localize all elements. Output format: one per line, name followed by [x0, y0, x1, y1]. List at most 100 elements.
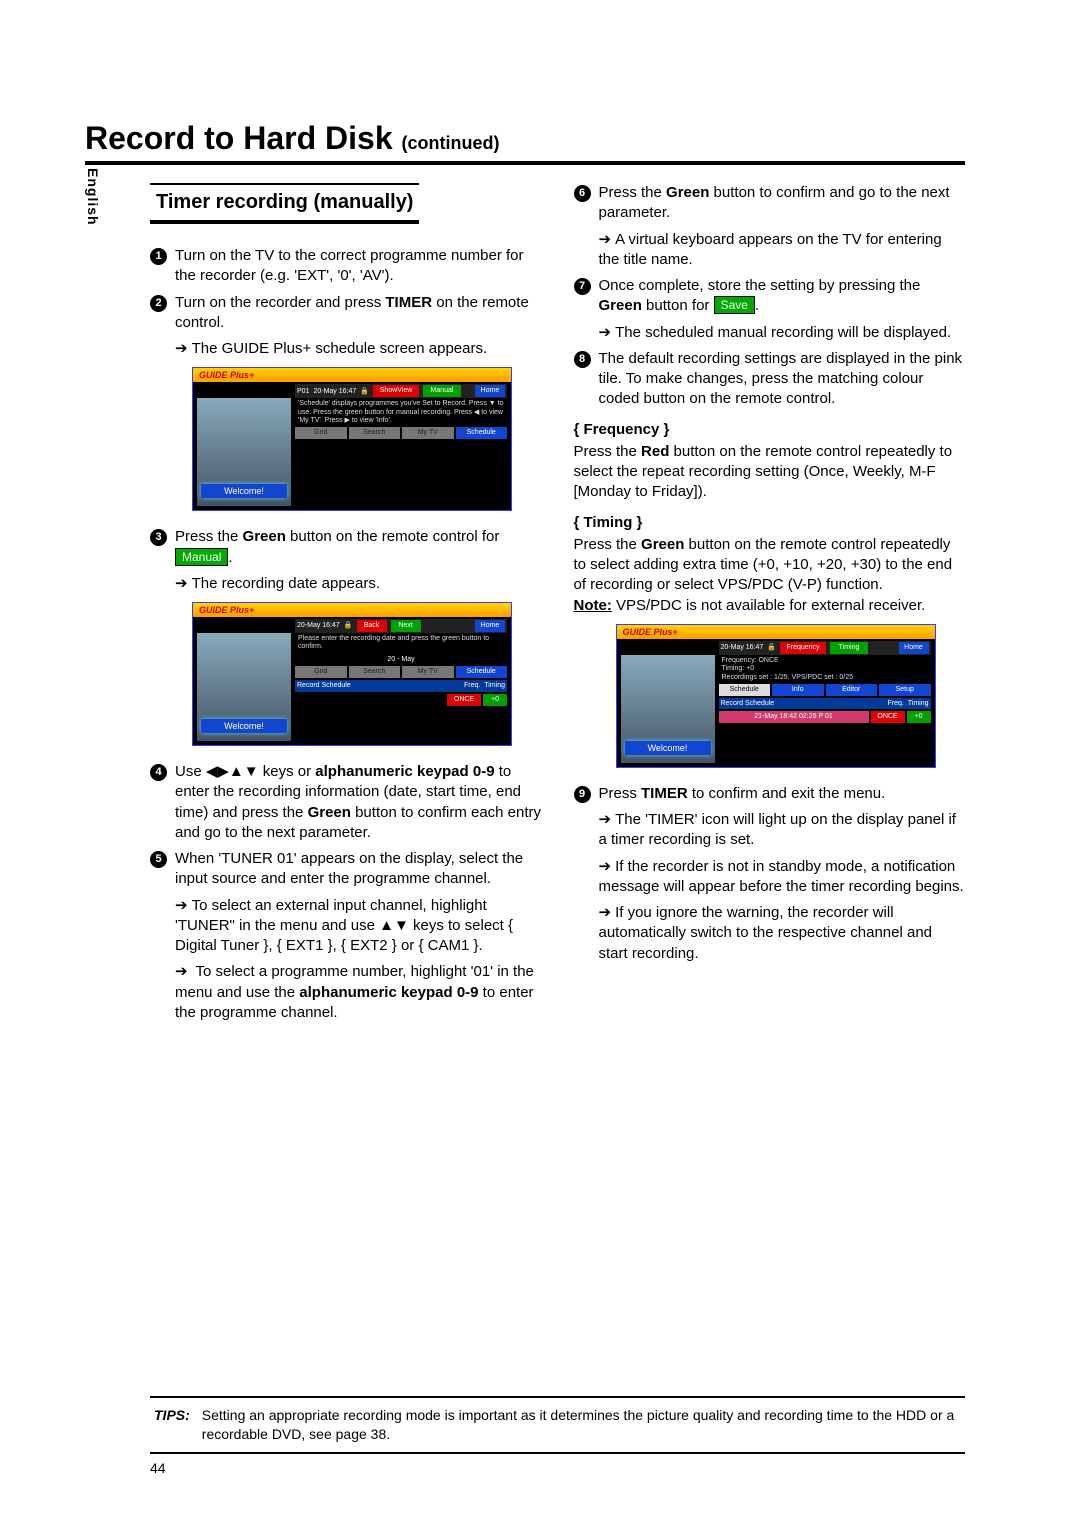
step-bullet: 8: [574, 351, 591, 368]
info-text: Frequency: ONCE Timing: +0 Recordings se…: [719, 655, 931, 684]
step-8: 8 The default recording settings are dis…: [574, 349, 966, 410]
language-tab: English: [85, 168, 101, 226]
result-line: A virtual keyboard appears on the TV for…: [599, 230, 966, 271]
mytv-btn[interactable]: My TV: [402, 666, 454, 678]
nav-row: Schedule Info Editor Setup: [719, 684, 931, 696]
welcome-tile: Welcome!: [201, 484, 287, 498]
grid-btn[interactable]: Grid: [295, 427, 347, 439]
step-body: Press the Green button on the remote con…: [175, 527, 542, 568]
value-row: ONCE +0: [295, 694, 507, 706]
tips-box: TIPS: Setting an appropriate recording m…: [150, 1396, 965, 1454]
title-rule: [85, 161, 965, 165]
timing-body: Press the Green button on the remote con…: [574, 535, 966, 616]
back-btn[interactable]: Back: [357, 620, 387, 632]
page-number: 44: [150, 1460, 166, 1476]
guide-screenshot-1: GUIDE Plus+ Welcome! P01 20-May 16:47 🔒 …: [192, 367, 512, 511]
right-column: 6 Press the Green button to confirm and …: [574, 183, 966, 1029]
timer-key: TIMER: [385, 294, 432, 311]
right-pane: 20-May 16:47 🔒 Frequency Timing Home Fre…: [719, 641, 931, 765]
welcome-tile: Welcome!: [201, 719, 287, 733]
step-bullet: 9: [574, 786, 591, 803]
step-3: 3 Press the Green button on the remote c…: [150, 527, 542, 568]
preview-pane: Welcome!: [197, 398, 291, 506]
step-1: 1 Turn on the TV to the correct programm…: [150, 246, 542, 287]
home-btn[interactable]: Home: [899, 642, 929, 654]
lock-icon: 🔒: [767, 643, 776, 652]
result-line: The scheduled manual recording will be d…: [599, 323, 966, 343]
next-btn[interactable]: Next: [391, 620, 421, 632]
timing-btn[interactable]: Timing: [830, 642, 868, 654]
step-bullet: 6: [574, 185, 591, 202]
head-bar: 20-May 16:47 🔒 Frequency Timing Home: [719, 641, 931, 655]
plus0-val: +0: [483, 694, 507, 706]
result-line: To select an external input channel, hig…: [175, 896, 542, 957]
record-schedule-bar: Record Schedule Freq. Timing: [295, 680, 507, 691]
result-line: The GUIDE Plus+ schedule screen appears.: [175, 339, 542, 359]
mytv-btn[interactable]: My TV: [402, 427, 454, 439]
section-subtitle: Timer recording (manually): [150, 183, 419, 224]
mid-value: 20 - May: [295, 654, 507, 666]
help-text: Please enter the recording date and pres…: [295, 633, 507, 654]
right-pane: P01 20-May 16:47 🔒 ShowView Manual Home …: [295, 384, 507, 508]
home-button[interactable]: Home: [475, 385, 505, 397]
step-bullet: 1: [150, 248, 167, 265]
manual-page: English Record to Hard Disk (continued) …: [0, 0, 1080, 1524]
nav-row: Grid Search My TV Schedule: [295, 666, 507, 678]
result-line: The recording date appears.: [175, 574, 542, 594]
logo-band: GUIDE Plus+: [617, 625, 935, 639]
title-sub: (continued): [402, 133, 500, 153]
schedule-btn[interactable]: Schedule: [719, 684, 771, 696]
manual-button[interactable]: Manual: [423, 385, 461, 397]
preview-pane: Welcome!: [621, 655, 715, 763]
editor-btn[interactable]: Editor: [826, 684, 878, 696]
manual-tag: Manual: [175, 548, 228, 566]
preview-pane: Welcome!: [197, 633, 291, 741]
green-word: Green: [243, 528, 286, 545]
value-row: 21-May 18:42 02:25 P 01 ONCE +0: [719, 711, 931, 723]
once-val: ONCE: [447, 694, 481, 706]
title-main: Record to Hard Disk: [85, 120, 393, 156]
info-btn[interactable]: Info: [772, 684, 824, 696]
plus0-val: +0: [907, 711, 931, 723]
lock-icon: 🔒: [344, 621, 353, 630]
setup-btn[interactable]: Setup: [879, 684, 931, 696]
result-line: If the recorder is not in standby mode, …: [599, 857, 966, 898]
step-5: 5 When 'TUNER 01' appears on the display…: [150, 849, 542, 890]
schedule-btn[interactable]: Schedule: [456, 666, 508, 678]
left-column: Timer recording (manually) 1 Turn on the…: [150, 183, 542, 1029]
step-body: Use ◀▶▲▼ keys or alphanumeric keypad 0-9…: [175, 762, 542, 843]
head-bar: 20-May 16:47 🔒 Back Next Home: [295, 619, 507, 633]
guide-screenshot-2: GUIDE Plus+ Welcome! 20-May 16:47 🔒 Back…: [192, 602, 512, 746]
step-bullet: 3: [150, 529, 167, 546]
frequency-heading: { Frequency }: [574, 420, 966, 440]
showview-button[interactable]: ShowView: [373, 385, 419, 397]
record-schedule-bar: Record Schedule Freq. Timing: [719, 698, 931, 709]
step-body: When 'TUNER 01' appears on the display, …: [175, 849, 542, 890]
nav-row: Grid Search My TV Schedule: [295, 427, 507, 439]
step-body: Turn on the TV to the correct programme …: [175, 246, 542, 287]
step-9: 9 Press TIMER to confirm and exit the me…: [574, 784, 966, 804]
save-tag: Save: [714, 296, 755, 314]
schedule-btn[interactable]: Schedule: [456, 427, 508, 439]
right-pane: 20-May 16:47 🔒 Back Next Home Please ent…: [295, 619, 507, 743]
timing-heading: { Timing }: [574, 513, 966, 533]
frequency-body: Press the Red button on the remote contr…: [574, 442, 966, 503]
home-btn[interactable]: Home: [475, 620, 505, 632]
search-btn[interactable]: Search: [349, 666, 401, 678]
step-bullet: 2: [150, 295, 167, 312]
step-7: 7 Once complete, store the setting by pr…: [574, 276, 966, 317]
help-text: 'Schedule' displays programmes you've Se…: [295, 398, 507, 427]
step-body: Press the Green button to confirm and go…: [599, 183, 966, 224]
search-btn[interactable]: Search: [349, 427, 401, 439]
result-line: To select a programme number, highlight …: [175, 962, 542, 1023]
page-title: Record to Hard Disk (continued): [85, 120, 965, 157]
rec-entry: 21-May 18:42 02:25 P 01: [719, 711, 869, 723]
guide-screenshot-3: GUIDE Plus+ Welcome! 20-May 16:47 🔒 Freq…: [616, 624, 936, 768]
grid-btn[interactable]: Grid: [295, 666, 347, 678]
result-line: The 'TIMER' icon will light up on the di…: [599, 810, 966, 851]
result-line: If you ignore the warning, the recorder …: [599, 903, 966, 964]
step-body: Turn on the recorder and press TIMER on …: [175, 293, 542, 334]
frequency-btn[interactable]: Frequency: [780, 642, 826, 654]
logo-band: GUIDE Plus+: [193, 603, 511, 617]
step-body: The default recording settings are displ…: [599, 349, 966, 410]
